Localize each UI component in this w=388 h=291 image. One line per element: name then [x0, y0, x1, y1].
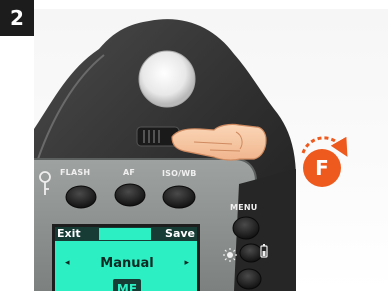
step-number-badge: 2	[0, 0, 34, 36]
lcd-exit-softkey[interactable]: Exit	[57, 227, 81, 241]
lcd-focus-indicator: MF	[113, 279, 141, 291]
iso-wb-button-label: ISO/WB	[162, 169, 197, 178]
lcd-save-softkey[interactable]: Save	[165, 227, 195, 241]
down-button[interactable]	[236, 268, 262, 290]
iso-wb-button[interactable]	[162, 185, 196, 209]
light-sensor-dome	[138, 50, 196, 108]
lcd-left-arrow-icon: ◂	[65, 258, 70, 268]
flash-button[interactable]	[65, 185, 97, 209]
lcd-mode-row: ◂ Manual ▸	[55, 255, 197, 271]
flash-button-label: FLASH	[60, 168, 91, 177]
f-letter: F	[315, 156, 329, 180]
menu-button[interactable]	[232, 216, 260, 240]
lcd-mode-value: Manual	[100, 255, 154, 271]
device-photo: FLASH AF ISO/WB MENU Exit Save ◂ Manual …	[34, 9, 388, 291]
rotate-dial-icon: F	[301, 136, 348, 187]
af-button[interactable]	[114, 183, 146, 207]
lcd-softkey-gap	[99, 228, 151, 240]
up-button[interactable]	[239, 243, 263, 263]
menu-button-label: MENU	[230, 203, 258, 212]
lcd-right-arrow-icon: ▸	[184, 258, 189, 268]
lcd-screen: Exit Save ◂ Manual ▸ MF	[52, 224, 200, 291]
af-button-label: AF	[123, 168, 136, 177]
